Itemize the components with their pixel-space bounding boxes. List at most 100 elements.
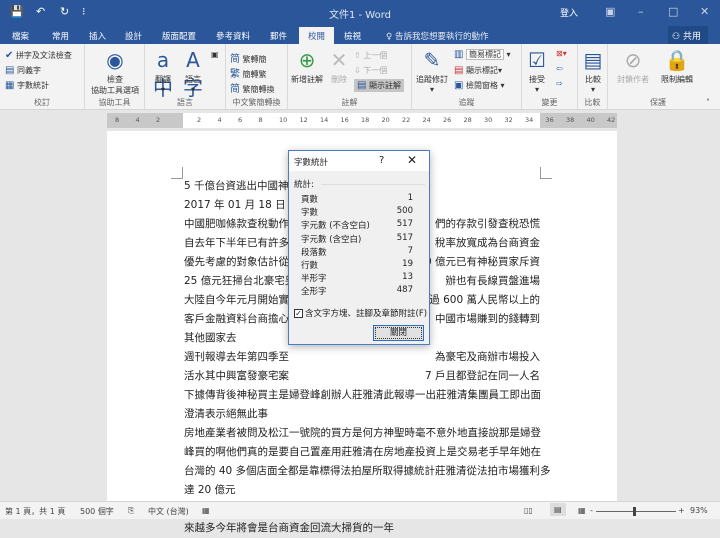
block-authors-button[interactable]: ⊘ 封鎖作者: [612, 48, 654, 85]
previous-change-icon[interactable]: ⇦: [556, 64, 563, 73]
thesaurus-button[interactable]: ▤ 同義字: [5, 65, 41, 76]
document-line-continued[interactable]: 們的存款引發查稅恐慌: [435, 215, 540, 234]
tab-references[interactable]: 參考資料: [216, 27, 250, 44]
include-textboxes-checkbox[interactable]: ✓ 含文字方塊、註腳及章節附註(F): [294, 307, 427, 319]
next-change-icon[interactable]: ⇨: [556, 79, 563, 88]
document-line-continued[interactable]: 中國市場賺到的錢轉到: [435, 310, 540, 329]
document-line-continued[interactable]: 過 600 萬人民幣以上的: [429, 291, 540, 310]
ribbon-display-icon[interactable]: ▣: [605, 5, 615, 18]
checkbox-label: 含文字方塊、註腳及章節附註(F): [305, 309, 428, 319]
document-line[interactable]: 大陸自今年元月開始實: [184, 291, 289, 310]
document-line-continued[interactable]: 7 戶且都登記在同一人名: [425, 367, 540, 386]
tab-insert[interactable]: 插入: [89, 27, 106, 44]
tab-design[interactable]: 設計: [125, 27, 142, 44]
collapse-ribbon-icon[interactable]: ˄: [706, 98, 710, 107]
tab-layout[interactable]: 版面配置: [162, 27, 196, 44]
page-count[interactable]: 第 1 頁，共 1 頁: [5, 506, 65, 517]
document-line[interactable]: 優先考慮的對象估計從: [184, 253, 289, 272]
next-comment-button[interactable]: ⇩ 下一個: [354, 65, 387, 76]
language-settings-icon[interactable]: ▣: [211, 50, 219, 59]
chinese-conversion-button[interactable]: 简 繁簡轉換: [230, 80, 275, 95]
proofing-icon[interactable]: ⎘: [128, 506, 134, 516]
document-line[interactable]: 台灣的 40 多個店面全都是靠標得法拍屋所取得據統計莊雅清從法拍市場獲利多: [184, 462, 551, 481]
tell-me-search[interactable]: ♀ 告訴我您想要執行的動作: [386, 30, 488, 42]
minimize-icon[interactable]: –: [638, 5, 644, 18]
sign-in-link[interactable]: 登入: [560, 6, 578, 19]
check-accessibility-button[interactable]: ◉ 檢查 協助工具選項: [89, 48, 141, 96]
macro-icon[interactable]: ▦: [202, 506, 210, 515]
person-icon: ⚇: [672, 32, 681, 42]
accept-button[interactable]: ☑ 接受 ▾: [524, 48, 550, 94]
word-count[interactable]: 500 個字: [80, 506, 114, 517]
document-line-continued[interactable]: 稅率放寬成為台商資金: [435, 234, 540, 253]
document-line[interactable]: 中國肥咖條款查稅動作: [184, 215, 289, 234]
delete-comment-button[interactable]: ✕ 刪除: [326, 48, 352, 85]
document-line[interactable]: 25 億元狂掃台北豪宅另: [184, 272, 295, 291]
read-mode-icon[interactable]: ▯▯: [524, 506, 533, 515]
close-icon[interactable]: ✕: [700, 5, 709, 18]
document-line-continued[interactable]: 0 億元已有神秘買家斥資: [425, 253, 540, 272]
zoom-in-button[interactable]: +: [678, 506, 685, 515]
language-status[interactable]: 中文 (台灣): [148, 506, 189, 517]
zoom-out-button[interactable]: -: [590, 506, 593, 515]
compare-button[interactable]: ▤ 比較 ▾: [580, 48, 606, 94]
trad-to-simp-button[interactable]: 简 繁轉簡: [230, 50, 267, 65]
word-count-button[interactable]: ▦ 字數統計: [5, 80, 49, 91]
document-line[interactable]: 週刊報導去年第四季至: [184, 348, 289, 367]
zoom-slider[interactable]: [596, 511, 676, 512]
web-layout-icon[interactable]: ▦: [578, 506, 586, 515]
track-changes-button[interactable]: ✎ 追蹤修訂 ▾: [414, 48, 450, 94]
markup-dropdown[interactable]: ▥ 簡易標記 ▾: [454, 49, 511, 60]
document-line-continued[interactable]: 為豪宅及商辦市場投入: [435, 348, 540, 367]
title-bar: 💾 ↶ ↻ ⁝ 文件1 - Word 登入 ▣ – □ ✕: [0, 0, 720, 24]
dialog-close-icon[interactable]: ✕: [407, 153, 417, 167]
tab-home[interactable]: 常用: [52, 27, 69, 44]
document-line[interactable]: 達 20 億元: [184, 481, 236, 500]
document-line[interactable]: 下據傳背後神秘買主是婦登峰創辦人莊雅清此報導一出莊雅清集團員工即出面: [184, 386, 541, 405]
tab-mailings[interactable]: 郵件: [270, 27, 287, 44]
document-line[interactable]: 客戶金融資料台商擔心: [184, 310, 289, 329]
tab-file[interactable]: 檔案: [12, 27, 29, 44]
show-comments-button[interactable]: ▤ 顯示註解: [354, 79, 404, 92]
compare-icon: ▤: [583, 48, 603, 72]
document-line[interactable]: 2017 年 01 月 18 日: [184, 196, 286, 215]
language-button[interactable]: A字 語言 ▾: [179, 48, 207, 100]
restrict-editing-button[interactable]: 🔒 限制編輯: [656, 48, 698, 85]
translate-button[interactable]: a中 翻譯 ▾: [149, 48, 177, 100]
spelling-grammar-button[interactable]: ✔ 拼字及文法檢查: [5, 50, 72, 61]
document-line-continued[interactable]: 辦也有長線買盤進場: [446, 272, 541, 291]
zoom-slider-thumb[interactable]: [633, 507, 636, 516]
horizontal-ruler[interactable]: 8 4 2 2 4 6 8 10 12 14 16 18 20 22 24 26 28 30 32 34 36 38 40 4…: [107, 113, 617, 128]
print-layout-icon[interactable]: ▤: [550, 503, 566, 516]
previous-comment-button[interactable]: ⇧ 上一個: [354, 50, 387, 61]
help-icon[interactable]: ?: [379, 155, 384, 166]
ribbon: ✔ 拼字及文法檢查 ▤ 同義字 ▦ 字數統計 校訂 ◉ 檢查 協助工具選項 協助工具…: [0, 44, 720, 110]
document-line[interactable]: 自去年下半年已有許多: [184, 234, 289, 253]
document-line[interactable]: 峰買的啊他們真的是要自己置產用莊雅清在房地產投資上是交易老手早年她在: [184, 443, 541, 462]
vertical-scrollbar[interactable]: [705, 131, 720, 501]
tab-view[interactable]: 檢視: [344, 27, 361, 44]
tab-review[interactable]: 校閱: [299, 27, 335, 44]
ruler-tick: 26: [443, 116, 452, 124]
document-line[interactable]: 其他國家去: [184, 329, 237, 348]
show-markup-button[interactable]: ▤ 顯示標記▾: [454, 65, 502, 76]
document-line[interactable]: 澄清表示絕無此事: [184, 405, 268, 424]
new-comment-icon: ⊕: [298, 48, 316, 72]
share-button[interactable]: ⚇ 共用: [668, 26, 708, 44]
maximize-icon[interactable]: □: [668, 5, 678, 18]
document-line[interactable]: 房地產業者被問及松江一號院的買方是何方神聖時毫不意外地直接說那是婦登: [184, 424, 541, 443]
new-comment-button[interactable]: ⊕ 新增註解: [288, 48, 326, 85]
simp-to-trad-button[interactable]: 繁 簡轉繁: [230, 65, 267, 80]
reviewing-pane-button[interactable]: ▣ 檢閱窗格 ▾: [454, 80, 505, 91]
reject-icon[interactable]: ⊠▾: [556, 49, 567, 58]
group-protect: ⊘ 封鎖作者 🔒 限制編輯 保護: [608, 44, 708, 110]
document-line[interactable]: 活水其中興富發豪宅案: [184, 367, 289, 386]
group-label: 協助工具: [98, 98, 131, 107]
stat-value: 487: [396, 285, 413, 296]
accept-icon: ☑: [528, 48, 546, 72]
zoom-level[interactable]: 93%: [690, 506, 708, 515]
group-accessibility: ◉ 檢查 協助工具選項 協助工具: [85, 44, 145, 110]
document-line[interactable]: 來越多今年將會是台商資金回流大掃貨的一年: [184, 519, 394, 538]
close-button[interactable]: 關閉: [373, 325, 424, 341]
document-line[interactable]: 5 千億台資逃出中國神: [184, 177, 289, 196]
